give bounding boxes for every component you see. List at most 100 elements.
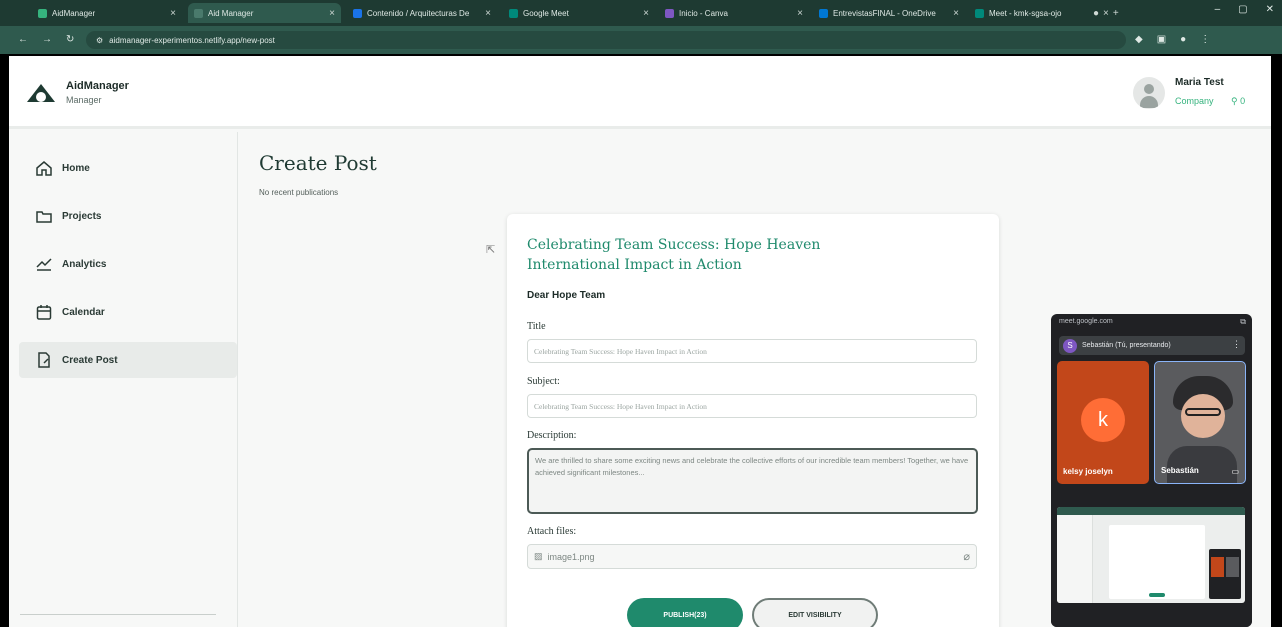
title-input[interactable]: Celebrating Team Success: Hope Haven Imp… bbox=[527, 339, 977, 363]
shared-screen-preview[interactable] bbox=[1057, 507, 1245, 603]
pip-return-icon[interactable]: ⧉ bbox=[1240, 317, 1246, 327]
minimize-icon[interactable]: – bbox=[1215, 4, 1221, 15]
close-tab-icon[interactable]: × bbox=[643, 8, 649, 19]
reload-icon[interactable]: ↻ bbox=[66, 34, 74, 45]
edit-visibility-button[interactable]: EDIT VISIBILITY bbox=[752, 598, 878, 627]
presenter-name: Sebastián (Tú, presentando) bbox=[1082, 342, 1171, 349]
menu-dots-icon[interactable]: ⋮ bbox=[1200, 34, 1210, 45]
title-input-value: Celebrating Team Success: Hope Haven Imp… bbox=[534, 346, 707, 356]
close-tab-icon[interactable]: × bbox=[485, 8, 491, 19]
close-tab-icon[interactable]: × bbox=[1103, 8, 1109, 19]
browser-tab[interactable]: AidManager × bbox=[32, 3, 182, 23]
screen: AidManager × Aid Manager × Contenido / A… bbox=[0, 0, 1282, 627]
new-tab-icon[interactable]: + bbox=[1113, 8, 1119, 19]
tab-title: Meet - kmk-sgsa-ojo bbox=[989, 8, 1062, 18]
attach-files-input[interactable]: ▨ image1.png ⌀ bbox=[527, 544, 977, 569]
maximize-icon[interactable]: ▢ bbox=[1238, 4, 1247, 15]
paperclip-icon[interactable]: ⌀ bbox=[963, 550, 970, 563]
presenter-bar: S Sebastián (Tú, presentando) ⋮ bbox=[1059, 336, 1245, 355]
close-window-icon[interactable]: ✕ bbox=[1266, 4, 1274, 15]
presenter-avatar: S bbox=[1063, 338, 1077, 353]
participant-video-tile[interactable]: Sebastián ▭ bbox=[1154, 361, 1246, 484]
preview-button bbox=[1149, 593, 1165, 597]
avatar-body bbox=[1140, 96, 1158, 108]
tab-favicon-icon bbox=[38, 8, 47, 18]
subject-input-value: Celebrating Team Success: Hope Haven Imp… bbox=[534, 401, 707, 411]
browser-tab[interactable]: Inicio - Canva × bbox=[659, 3, 809, 23]
tab-title: Aid Manager bbox=[208, 8, 254, 18]
back-icon[interactable]: ← bbox=[18, 34, 28, 45]
sidebar: Home Projects Analytics Calendar Create … bbox=[9, 132, 238, 627]
chart-line-icon bbox=[34, 254, 54, 274]
sidebar-item-projects[interactable]: Projects bbox=[19, 198, 237, 234]
tab-favicon-icon bbox=[975, 8, 984, 18]
sidepanel-icon[interactable]: ▣ bbox=[1157, 34, 1166, 45]
sidebar-item-calendar[interactable]: Calendar bbox=[19, 294, 237, 330]
subject-label: Subject: bbox=[527, 376, 560, 387]
address-bar[interactable]: ⚙ aidmanager-experimentos.netlify.app/ne… bbox=[86, 31, 1126, 49]
extension-icon[interactable]: ◆ bbox=[1135, 34, 1143, 45]
browser-tab[interactable]: EntrevistasFINAL - OneDrive × bbox=[813, 3, 965, 23]
site-info-icon[interactable]: ⚙ bbox=[96, 36, 103, 45]
avatar-head bbox=[1144, 84, 1154, 94]
participant-tile[interactable]: k kelsy joselyn bbox=[1057, 361, 1149, 484]
sidebar-item-home[interactable]: Home bbox=[19, 150, 237, 186]
sidebar-item-label: Home bbox=[62, 162, 90, 174]
post-heading: Celebrating Team Success: Hope Heaven In… bbox=[527, 237, 821, 273]
page-subtitle: No recent publications bbox=[259, 188, 339, 197]
tab-title: Inicio - Canva bbox=[679, 8, 728, 18]
preview-sidebar bbox=[1057, 515, 1093, 603]
browser-tab[interactable]: Contenido / Arquitecturas De × bbox=[347, 3, 497, 23]
participant-name: Sebastián bbox=[1161, 466, 1199, 475]
attach-label: Attach files: bbox=[527, 526, 577, 537]
close-tab-icon[interactable]: × bbox=[170, 8, 176, 19]
browser-tab[interactable]: Google Meet × bbox=[503, 3, 655, 23]
video-person-glasses bbox=[1185, 408, 1221, 416]
user-company: Company bbox=[1175, 96, 1214, 106]
meet-controls-bar bbox=[1051, 611, 1252, 627]
user-count: ⚲ 0 bbox=[1231, 96, 1245, 107]
mouse-cursor-icon: ⇱ bbox=[486, 244, 496, 256]
user-icon: ⚲ bbox=[1231, 96, 1241, 106]
brand-role: Manager bbox=[66, 95, 102, 105]
video-person-shirt bbox=[1167, 446, 1237, 483]
aidmanager-logo-icon bbox=[27, 84, 55, 102]
sidebar-item-label: Projects bbox=[62, 210, 102, 222]
browser-tab[interactable]: Meet - kmk-sgsa-ojo bbox=[969, 3, 1079, 23]
tab-favicon-icon bbox=[509, 8, 518, 18]
profile-icon[interactable]: ● bbox=[1180, 34, 1186, 45]
close-tab-icon[interactable]: × bbox=[797, 8, 803, 19]
home-icon bbox=[34, 158, 54, 178]
record-icon: ● bbox=[1093, 7, 1100, 19]
post-icon bbox=[34, 350, 54, 370]
close-tab-icon[interactable]: × bbox=[329, 8, 335, 19]
page-title: Create Post bbox=[259, 151, 377, 175]
publish-button[interactable]: PUBLISH(23) bbox=[627, 598, 743, 627]
sidebar-item-create-post[interactable]: Create Post bbox=[19, 342, 237, 378]
description-textarea[interactable]: We are thrilled to share some exciting n… bbox=[527, 448, 978, 514]
toolbar-extensions: ◆ ▣ ● ⋮ bbox=[1135, 34, 1210, 45]
forward-icon[interactable]: → bbox=[42, 34, 52, 45]
subject-input[interactable]: Celebrating Team Success: Hope Haven Imp… bbox=[527, 394, 977, 418]
avatar[interactable] bbox=[1133, 77, 1165, 109]
close-tab-icon[interactable]: × bbox=[953, 8, 959, 19]
post-form-card: Celebrating Team Success: Hope Heaven In… bbox=[507, 214, 999, 627]
participant-avatar: k bbox=[1081, 398, 1125, 442]
browser-tab-active[interactable]: Aid Manager × bbox=[188, 3, 341, 23]
tab-favicon-icon bbox=[353, 8, 362, 18]
user-name: Maria Test bbox=[1175, 77, 1224, 88]
tab-title: AidManager bbox=[52, 8, 96, 18]
description-label: Description: bbox=[527, 430, 577, 441]
tab-title: EntrevistasFINAL - OneDrive bbox=[833, 8, 936, 18]
user-count-value: 0 bbox=[1240, 96, 1246, 106]
tab-title: Google Meet bbox=[523, 8, 569, 18]
more-options-icon[interactable]: ⋮ bbox=[1232, 339, 1241, 350]
preview-card bbox=[1109, 525, 1205, 599]
description-value: We are thrilled to share some exciting n… bbox=[535, 456, 969, 477]
folder-icon bbox=[34, 206, 54, 226]
sidebar-item-analytics[interactable]: Analytics bbox=[19, 246, 237, 282]
participant-name: kelsy joselyn bbox=[1063, 467, 1113, 476]
brand-name: AidManager bbox=[66, 80, 129, 92]
preview-tile bbox=[1211, 557, 1224, 577]
screen-share-icon: ▭ bbox=[1231, 467, 1239, 476]
